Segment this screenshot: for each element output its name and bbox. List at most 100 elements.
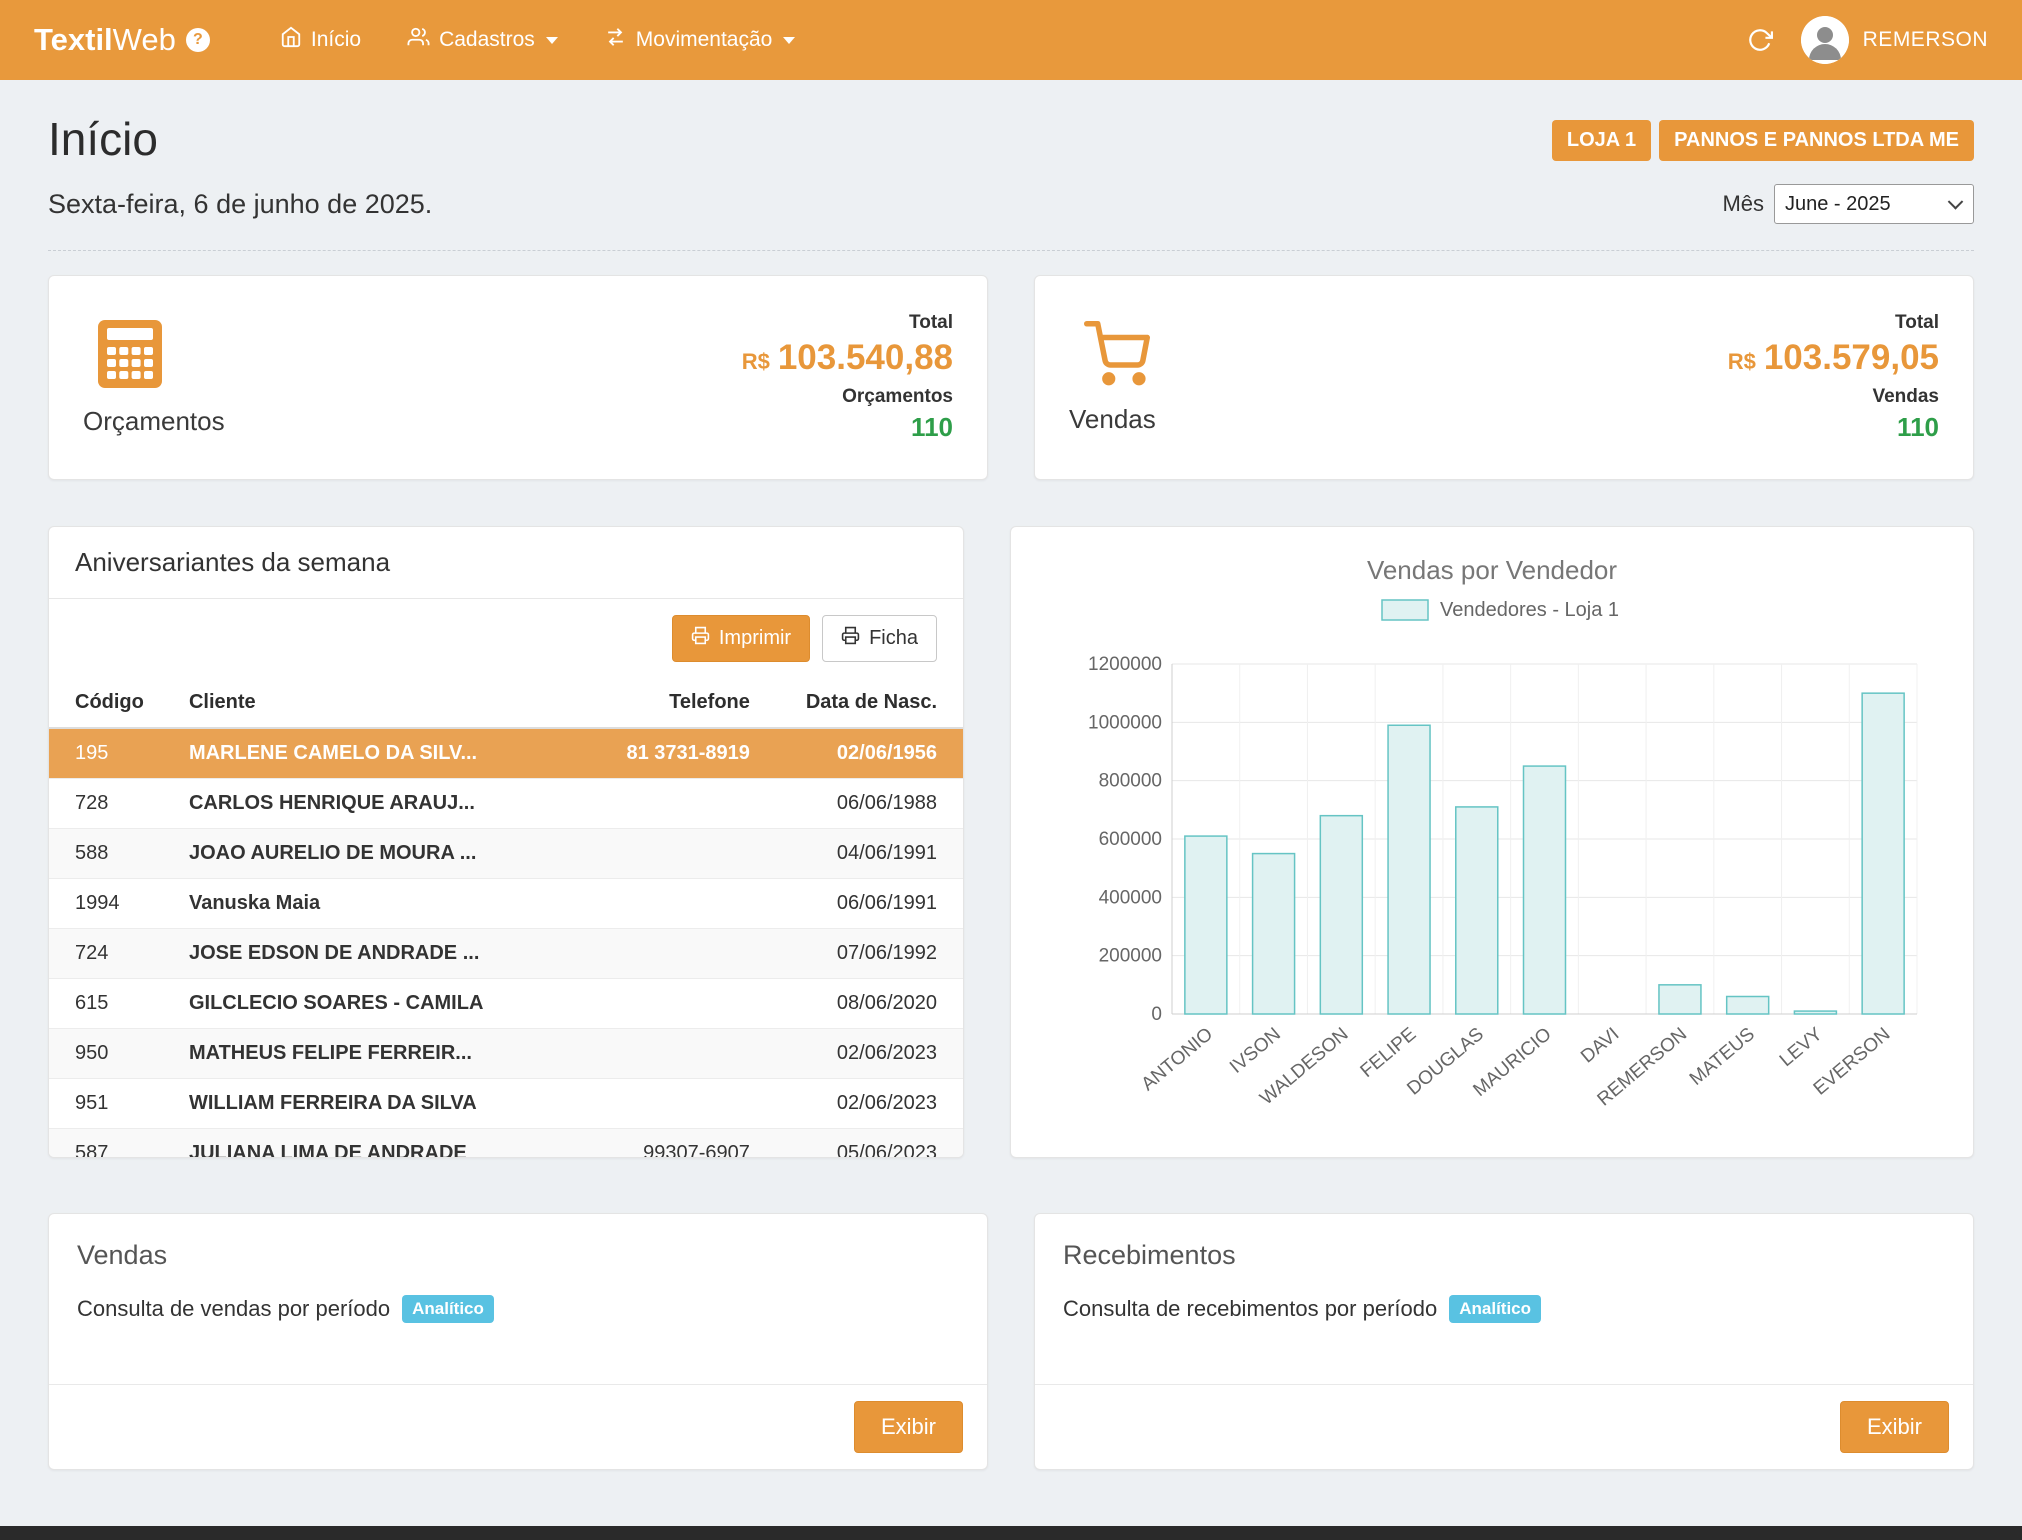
table-row[interactable]: 951WILLIAM FERREIRA DA SILVA 02/06/2023 bbox=[49, 1079, 963, 1129]
recebimentos-report-card: Recebimentos Consulta de recebimentos po… bbox=[1034, 1213, 1974, 1470]
svg-text:800000: 800000 bbox=[1099, 771, 1162, 792]
store-badge[interactable]: LOJA 1 bbox=[1552, 120, 1651, 161]
refresh-icon[interactable] bbox=[1747, 27, 1773, 53]
birthdays-card: Aniversariantes da semana Imprimir Ficha bbox=[48, 526, 964, 1158]
cell-codigo: 615 bbox=[49, 979, 177, 1029]
nav-label: Início bbox=[311, 28, 361, 52]
bar-douglas bbox=[1456, 807, 1498, 1014]
exibir-recebimentos-button[interactable]: Exibir bbox=[1840, 1401, 1949, 1453]
cell-telefone bbox=[570, 1079, 762, 1129]
cell-codigo: 1994 bbox=[49, 879, 177, 929]
table-row[interactable]: 724JOSE EDSON DE ANDRADE ...07/06/1992 bbox=[49, 929, 963, 979]
sales-bar-chart: Vendedores - Loja 1 0 200000 400000 600000 80… bbox=[1052, 594, 1932, 1134]
cell-codigo: 951 bbox=[49, 1079, 177, 1129]
bar-everson bbox=[1862, 693, 1904, 1014]
cell-telefone bbox=[570, 779, 762, 829]
table-row[interactable]: 588JOAO AURELIO DE MOURA ... 04/06/1991 bbox=[49, 829, 963, 879]
current-date: Sexta-feira, 6 de junho de 2025. bbox=[48, 189, 432, 220]
svg-text:DAVI: DAVI bbox=[1577, 1024, 1623, 1068]
cell-nasc: 06/06/1988 bbox=[762, 779, 963, 829]
svg-text:Vendedores - Loja 1: Vendedores - Loja 1 bbox=[1440, 599, 1619, 621]
orcamentos-label: Orçamentos bbox=[83, 406, 225, 437]
printer-icon bbox=[691, 626, 710, 651]
table-row[interactable]: 1994Vanuska Maia 06/06/1991 bbox=[49, 879, 963, 929]
cell-telefone: 99307-6907 bbox=[570, 1129, 762, 1159]
cell-nasc: 04/06/1991 bbox=[762, 829, 963, 879]
vendas-count: 110 bbox=[1728, 412, 1939, 443]
cell-nasc: 02/06/1956 bbox=[762, 728, 963, 779]
table-row[interactable]: 728CARLOS HENRIQUE ARAUJ...06/06/1988 bbox=[49, 779, 963, 829]
cell-cliente: GILCLECIO SOARES - CAMILA bbox=[177, 979, 570, 1029]
cell-codigo: 587 bbox=[49, 1129, 177, 1159]
cell-cliente: MARLENE CAMELO DA SILV... bbox=[177, 728, 570, 779]
vendas-report-title: Vendas bbox=[77, 1240, 959, 1271]
page-title: Início bbox=[48, 112, 158, 166]
cell-cliente: Vanuska Maia bbox=[177, 879, 570, 929]
cell-cliente: JOAO AURELIO DE MOURA ... bbox=[177, 829, 570, 879]
vendas-count-label: Vendas bbox=[1728, 386, 1939, 408]
nav-item-cadastros[interactable]: Cadastros bbox=[393, 16, 572, 64]
exibir-vendas-button[interactable]: Exibir bbox=[854, 1401, 963, 1453]
cell-telefone bbox=[570, 979, 762, 1029]
chart-title: Vendas por Vendedor bbox=[1367, 555, 1617, 586]
svg-text:600000: 600000 bbox=[1099, 829, 1162, 850]
exchange-icon bbox=[604, 26, 627, 54]
cell-nasc: 07/06/1992 bbox=[762, 929, 963, 979]
bar-felipe bbox=[1388, 725, 1430, 1014]
cart-icon bbox=[1083, 321, 1156, 392]
svg-text:ANTONIO: ANTONIO bbox=[1138, 1024, 1218, 1096]
bar-waldeson bbox=[1320, 816, 1362, 1014]
table-row[interactable]: 195MARLENE CAMELO DA SILV...81 3731-8919… bbox=[49, 728, 963, 779]
nav-item-inicio[interactable]: Início bbox=[266, 16, 375, 64]
company-badge[interactable]: PANNOS E PANNOS LTDA ME bbox=[1659, 120, 1974, 161]
svg-text:1000000: 1000000 bbox=[1088, 712, 1162, 733]
cell-cliente: CARLOS HENRIQUE ARAUJ... bbox=[177, 779, 570, 829]
month-select[interactable]: June - 2025 bbox=[1774, 184, 1974, 224]
user-menu[interactable]: REMERSON bbox=[1801, 16, 1988, 64]
svg-text:200000: 200000 bbox=[1099, 946, 1162, 967]
svg-text:IVSON: IVSON bbox=[1226, 1024, 1285, 1078]
orcamentos-count-label: Orçamentos bbox=[742, 386, 953, 408]
table-row[interactable]: 950MATHEUS FELIPE FERREIR...02/06/2023 bbox=[49, 1029, 963, 1079]
cell-cliente: JULIANA LIMA DE ANDRADE bbox=[177, 1129, 570, 1159]
cell-nasc: 08/06/2020 bbox=[762, 979, 963, 1029]
cell-codigo: 950 bbox=[49, 1029, 177, 1079]
bar-mateus bbox=[1727, 997, 1769, 1015]
caret-down-icon bbox=[546, 37, 558, 44]
cell-cliente: MATHEUS FELIPE FERREIR... bbox=[177, 1029, 570, 1079]
svg-text:LEVY: LEVY bbox=[1776, 1024, 1827, 1072]
cell-cliente: WILLIAM FERREIRA DA SILVA bbox=[177, 1079, 570, 1129]
total-label: Total bbox=[1728, 312, 1939, 334]
cell-telefone bbox=[570, 929, 762, 979]
brand-logo[interactable]: TextilWeb ? bbox=[34, 22, 210, 58]
imprimir-button[interactable]: Imprimir bbox=[672, 615, 810, 662]
analitico-badge: Analítico bbox=[402, 1295, 494, 1323]
help-icon[interactable]: ? bbox=[186, 28, 210, 52]
vendas-label: Vendas bbox=[1069, 404, 1156, 435]
orcamentos-total-value: R$103.540,88 bbox=[742, 338, 953, 378]
brand-text: TextilWeb bbox=[34, 22, 176, 58]
cell-telefone bbox=[570, 879, 762, 929]
recebimentos-report-title: Recebimentos bbox=[1063, 1240, 1945, 1271]
nav-item-movimentacao[interactable]: Movimentação bbox=[590, 16, 810, 64]
table-row[interactable]: 587JULIANA LIMA DE ANDRADE99307-690705/0… bbox=[49, 1129, 963, 1159]
ficha-button[interactable]: Ficha bbox=[822, 615, 937, 662]
birthdays-table: Código Cliente Telefone Data de Nasc. 19… bbox=[49, 678, 963, 1158]
cell-codigo: 588 bbox=[49, 829, 177, 879]
bar-ivson bbox=[1253, 854, 1295, 1014]
cell-nasc: 02/06/2023 bbox=[762, 1079, 963, 1129]
cell-telefone bbox=[570, 1029, 762, 1079]
nav-label: Movimentação bbox=[636, 28, 773, 52]
cell-nasc: 06/06/1991 bbox=[762, 879, 963, 929]
svg-text:FELIPE: FELIPE bbox=[1357, 1024, 1421, 1082]
cell-nasc: 05/06/2023 bbox=[762, 1129, 963, 1159]
printer-icon bbox=[841, 626, 860, 651]
svg-text:400000: 400000 bbox=[1099, 887, 1162, 908]
cell-cliente: JOSE EDSON DE ANDRADE ... bbox=[177, 929, 570, 979]
table-row[interactable]: 615GILCLECIO SOARES - CAMILA 08/06/2020 bbox=[49, 979, 963, 1029]
cell-codigo: 195 bbox=[49, 728, 177, 779]
column-header-telefone: Telefone bbox=[570, 678, 762, 728]
orcamentos-summary-card: Orçamentos Total R$103.540,88 Orçamentos… bbox=[48, 275, 988, 480]
svg-text:0: 0 bbox=[1151, 1004, 1162, 1025]
bar-antonio bbox=[1185, 836, 1227, 1014]
